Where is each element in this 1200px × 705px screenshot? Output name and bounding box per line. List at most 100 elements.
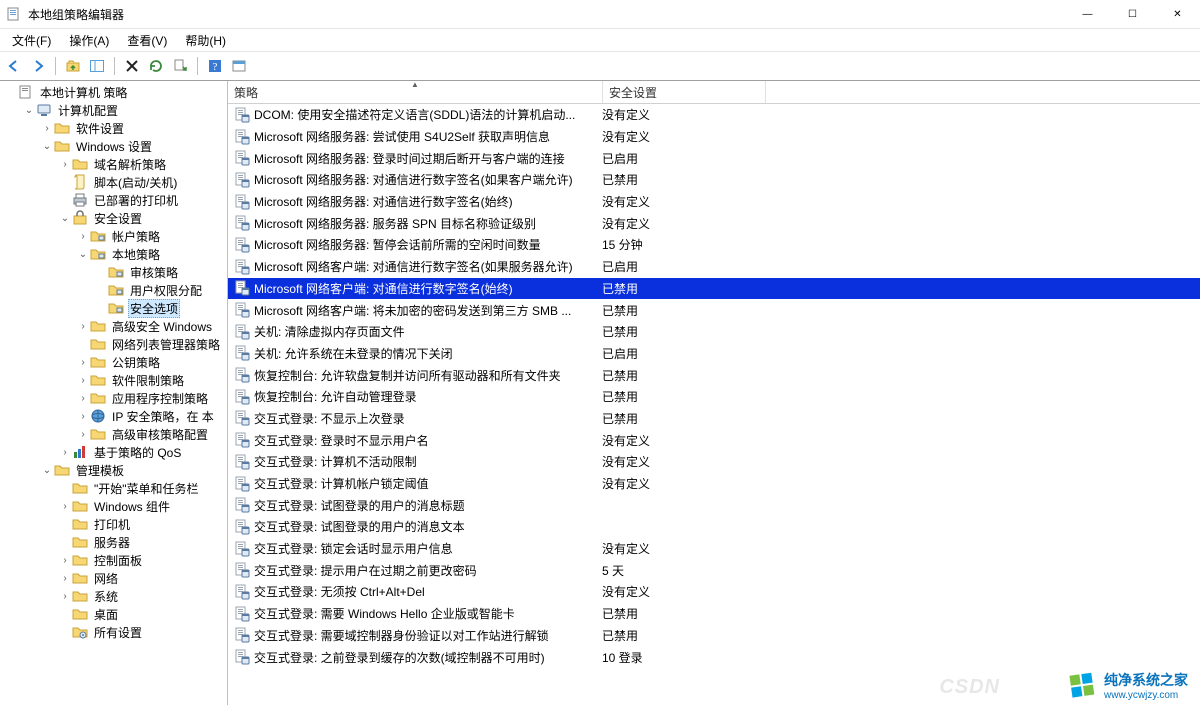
- chevron-right-icon[interactable]: ›: [58, 555, 72, 566]
- tree-item[interactable]: ›安全选项: [0, 299, 227, 317]
- list-row[interactable]: Microsoft 网络服务器: 暂停会话前所需的空闲时间数量15 分钟: [228, 234, 1200, 256]
- menu-help[interactable]: 帮助(H): [177, 30, 234, 51]
- list-row[interactable]: 交互式登录: 无须按 Ctrl+Alt+Del没有定义: [228, 581, 1200, 603]
- folder-icon: [54, 462, 70, 478]
- column-header-policy-label: 策略: [234, 84, 258, 101]
- list-row[interactable]: Microsoft 网络服务器: 对通信进行数字签名(如果客户端允许)已禁用: [228, 169, 1200, 191]
- chevron-right-icon[interactable]: ›: [76, 231, 90, 242]
- list-row[interactable]: Microsoft 网络服务器: 登录时间过期后断开与客户端的连接已启用: [228, 147, 1200, 169]
- tree-item[interactable]: ›本地计算机 策略: [0, 83, 227, 101]
- chevron-down-icon[interactable]: ⌄: [58, 213, 72, 224]
- list-body[interactable]: DCOM: 使用安全描述符定义语言(SDDL)语法的计算机启动...没有定义Mi…: [228, 104, 1200, 705]
- list-row[interactable]: 交互式登录: 试图登录的用户的消息文本: [228, 516, 1200, 538]
- chevron-right-icon[interactable]: ›: [58, 447, 72, 458]
- tree-item[interactable]: ›公钥策略: [0, 353, 227, 371]
- tree-item[interactable]: ›用户权限分配: [0, 281, 227, 299]
- chevron-right-icon[interactable]: ›: [58, 591, 72, 602]
- maximize-button[interactable]: ☐: [1110, 0, 1155, 28]
- back-button[interactable]: [4, 56, 24, 76]
- list-row[interactable]: 交互式登录: 不显示上次登录已禁用: [228, 408, 1200, 430]
- tree-pane[interactable]: ›本地计算机 策略⌄计算机配置›软件设置⌄Windows 设置›域名解析策略›脚…: [0, 81, 228, 705]
- list-row[interactable]: 交互式登录: 试图登录的用户的消息标题: [228, 494, 1200, 516]
- refresh-icon[interactable]: [146, 56, 166, 76]
- tree-item[interactable]: ›基于策略的 QoS: [0, 443, 227, 461]
- chevron-right-icon[interactable]: ›: [40, 123, 54, 134]
- delete-icon[interactable]: [122, 56, 142, 76]
- menu-view[interactable]: 查看(V): [119, 30, 175, 51]
- list-row[interactable]: 交互式登录: 锁定会话时显示用户信息没有定义: [228, 538, 1200, 560]
- up-level-icon[interactable]: [63, 56, 83, 76]
- tree-item[interactable]: ›高级安全 Windows: [0, 317, 227, 335]
- list-row[interactable]: 交互式登录: 提示用户在过期之前更改密码5 天: [228, 559, 1200, 581]
- list-row[interactable]: Microsoft 网络客户端: 将未加密的密码发送到第三方 SMB ...已禁…: [228, 299, 1200, 321]
- tree-item[interactable]: ›桌面: [0, 605, 227, 623]
- tree-item[interactable]: ›打印机: [0, 515, 227, 533]
- export-list-icon[interactable]: [170, 56, 190, 76]
- list-row[interactable]: Microsoft 网络服务器: 服务器 SPN 目标名称验证级别没有定义: [228, 212, 1200, 234]
- tree-item-label: 安全选项: [130, 302, 178, 316]
- list-row[interactable]: 关机: 允许系统在未登录的情况下关闭已启用: [228, 343, 1200, 365]
- tree-item[interactable]: ›网络列表管理器策略: [0, 335, 227, 353]
- tree-item[interactable]: ›高级审核策略配置: [0, 425, 227, 443]
- list-row[interactable]: 恢复控制台: 允许软盘复制并访问所有驱动器和所有文件夹已禁用: [228, 364, 1200, 386]
- close-button[interactable]: ✕: [1155, 0, 1200, 28]
- list-row[interactable]: 交互式登录: 计算机不活动限制没有定义: [228, 451, 1200, 473]
- chevron-right-icon[interactable]: ›: [58, 573, 72, 584]
- tree-item[interactable]: ›IP 安全策略，在 本: [0, 407, 227, 425]
- tree-item[interactable]: ⌄安全设置: [0, 209, 227, 227]
- tree-item[interactable]: ›帐户策略: [0, 227, 227, 245]
- tree-item[interactable]: ›服务器: [0, 533, 227, 551]
- chevron-down-icon[interactable]: ⌄: [22, 105, 36, 116]
- chevron-down-icon[interactable]: ⌄: [76, 249, 90, 260]
- tree-item[interactable]: ›脚本(启动/关机): [0, 173, 227, 191]
- tree-item[interactable]: ›已部署的打印机: [0, 191, 227, 209]
- chevron-right-icon[interactable]: ›: [76, 357, 90, 368]
- list-row[interactable]: 交互式登录: 之前登录到缓存的次数(域控制器不可用时)10 登录: [228, 646, 1200, 668]
- tree-item[interactable]: ›Windows 组件: [0, 497, 227, 515]
- menu-action[interactable]: 操作(A): [61, 30, 117, 51]
- list-row[interactable]: 交互式登录: 需要 Windows Hello 企业版或智能卡已禁用: [228, 603, 1200, 625]
- chevron-down-icon[interactable]: ⌄: [40, 141, 54, 152]
- tree-item[interactable]: ⌄管理模板: [0, 461, 227, 479]
- tree-item[interactable]: ›"开始"菜单和任务栏: [0, 479, 227, 497]
- chevron-right-icon[interactable]: ›: [58, 501, 72, 512]
- list-row[interactable]: 交互式登录: 计算机帐户锁定阈值没有定义: [228, 473, 1200, 495]
- list-row[interactable]: Microsoft 网络客户端: 对通信进行数字签名(如果服务器允许)已启用: [228, 256, 1200, 278]
- tree-item[interactable]: ›审核策略: [0, 263, 227, 281]
- forward-button[interactable]: [28, 56, 48, 76]
- column-header-policy[interactable]: 策略 ▲: [228, 81, 603, 103]
- tree-item[interactable]: ⌄Windows 设置: [0, 137, 227, 155]
- tree-item[interactable]: ⌄计算机配置: [0, 101, 227, 119]
- tree-item[interactable]: ›所有设置: [0, 623, 227, 641]
- show-tree-icon[interactable]: [87, 56, 107, 76]
- tree-item[interactable]: ›网络: [0, 569, 227, 587]
- list-row[interactable]: Microsoft 网络服务器: 对通信进行数字签名(始终)没有定义: [228, 191, 1200, 213]
- chevron-right-icon[interactable]: ›: [76, 429, 90, 440]
- tree-item[interactable]: ›域名解析策略: [0, 155, 227, 173]
- chevron-right-icon[interactable]: ›: [76, 393, 90, 404]
- properties-icon[interactable]: [229, 56, 249, 76]
- tree-item[interactable]: ›控制面板: [0, 551, 227, 569]
- list-row[interactable]: 关机: 清除虚拟内存页面文件已禁用: [228, 321, 1200, 343]
- list-row[interactable]: 恢复控制台: 允许自动管理登录已禁用: [228, 386, 1200, 408]
- tree-item[interactable]: ›软件限制策略: [0, 371, 227, 389]
- menu-file[interactable]: 文件(F): [4, 30, 59, 51]
- tree-item[interactable]: ›系统: [0, 587, 227, 605]
- list-row[interactable]: Microsoft 网络服务器: 尝试使用 S4U2Self 获取声明信息没有定…: [228, 126, 1200, 148]
- list-row[interactable]: DCOM: 使用安全描述符定义语言(SDDL)语法的计算机启动...没有定义: [228, 104, 1200, 126]
- tree-item[interactable]: ›软件设置: [0, 119, 227, 137]
- chevron-right-icon[interactable]: ›: [76, 411, 90, 422]
- minimize-button[interactable]: —: [1065, 0, 1110, 28]
- chevron-right-icon[interactable]: ›: [58, 159, 72, 170]
- policy-item-icon: [234, 215, 250, 231]
- list-row[interactable]: Microsoft 网络客户端: 对通信进行数字签名(始终)已禁用: [228, 278, 1200, 300]
- tree-item[interactable]: ⌄本地策略: [0, 245, 227, 263]
- chevron-down-icon[interactable]: ⌄: [40, 465, 54, 476]
- chevron-right-icon[interactable]: ›: [76, 375, 90, 386]
- list-row[interactable]: 交互式登录: 需要域控制器身份验证以对工作站进行解锁已禁用: [228, 625, 1200, 647]
- help-icon[interactable]: ?: [205, 56, 225, 76]
- chevron-right-icon[interactable]: ›: [76, 321, 90, 332]
- column-header-setting[interactable]: 安全设置: [603, 81, 766, 103]
- list-row[interactable]: 交互式登录: 登录时不显示用户名没有定义: [228, 429, 1200, 451]
- tree-item[interactable]: ›应用程序控制策略: [0, 389, 227, 407]
